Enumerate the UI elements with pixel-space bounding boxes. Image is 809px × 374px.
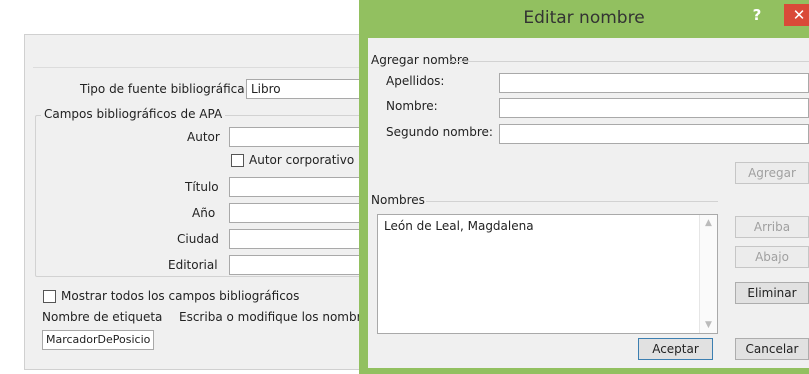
- up-button[interactable]: Arriba: [735, 216, 809, 238]
- names-divider: [426, 201, 718, 202]
- names-list[interactable]: León de Leal, Magdalena ▲ ▼: [377, 214, 718, 334]
- last-name-input[interactable]: [499, 73, 809, 93]
- names-scrollbar[interactable]: ▲ ▼: [699, 215, 717, 333]
- dialog-title-bar[interactable]: Editar nombre ? ✕: [359, 0, 809, 38]
- list-item[interactable]: León de Leal, Magdalena: [384, 219, 534, 233]
- middle-name-input[interactable]: [499, 124, 809, 144]
- city-label: Ciudad: [177, 232, 219, 246]
- group-divider: [448, 61, 809, 62]
- names-group-title: Nombres: [371, 193, 425, 207]
- dialog-title: Editar nombre: [523, 8, 645, 28]
- delete-button[interactable]: Eliminar: [735, 282, 809, 304]
- hint-text: Escriba o modifique los nombres: [179, 310, 375, 324]
- corporate-author-checkbox[interactable]: [231, 154, 244, 167]
- scroll-down-icon[interactable]: ▼: [700, 320, 717, 330]
- first-name-label: Nombre:: [386, 99, 438, 113]
- down-button[interactable]: Abajo: [735, 246, 809, 268]
- publisher-label: Editorial: [168, 258, 218, 272]
- source-type-label: Tipo de fuente bibliográfica: [80, 82, 245, 96]
- corporate-author-label: Autor corporativo: [249, 153, 355, 167]
- cancel-button[interactable]: Cancelar: [735, 338, 809, 360]
- add-name-group-title: Agregar nombre: [371, 53, 469, 67]
- title-label: Título: [185, 180, 219, 194]
- scroll-up-icon[interactable]: ▲: [700, 218, 717, 228]
- create-source-dialog: Tipo de fuente bibliográfica Libro Campo…: [24, 34, 397, 370]
- author-label: Autor: [187, 130, 220, 144]
- close-icon[interactable]: ✕: [784, 4, 809, 26]
- tag-name-input[interactable]: MarcadorDePosicio: [42, 330, 154, 350]
- ok-button[interactable]: Aceptar: [638, 338, 713, 360]
- edit-name-dialog: Editar nombre ? ✕ Agregar nombre Apellid…: [359, 0, 809, 374]
- apa-fields-group-title: Campos bibliográficos de APA: [41, 107, 226, 121]
- tag-name-value: MarcadorDePosicio: [46, 333, 151, 346]
- middle-name-label: Segundo nombre:: [386, 125, 493, 139]
- help-icon[interactable]: ?: [747, 6, 767, 26]
- add-button[interactable]: Agregar: [735, 162, 809, 184]
- show-all-fields-checkbox[interactable]: [43, 290, 56, 303]
- year-label: Año: [192, 206, 216, 220]
- last-name-label: Apellidos:: [386, 74, 445, 88]
- dialog-body: Agregar nombre Apellidos: Nombre: Segund…: [368, 38, 809, 368]
- divider: [33, 67, 385, 68]
- first-name-input[interactable]: [499, 98, 809, 118]
- source-type-value: Libro: [251, 82, 281, 96]
- tag-name-label: Nombre de etiqueta: [42, 310, 163, 324]
- show-all-fields-label: Mostrar todos los campos bibliográficos: [61, 289, 300, 303]
